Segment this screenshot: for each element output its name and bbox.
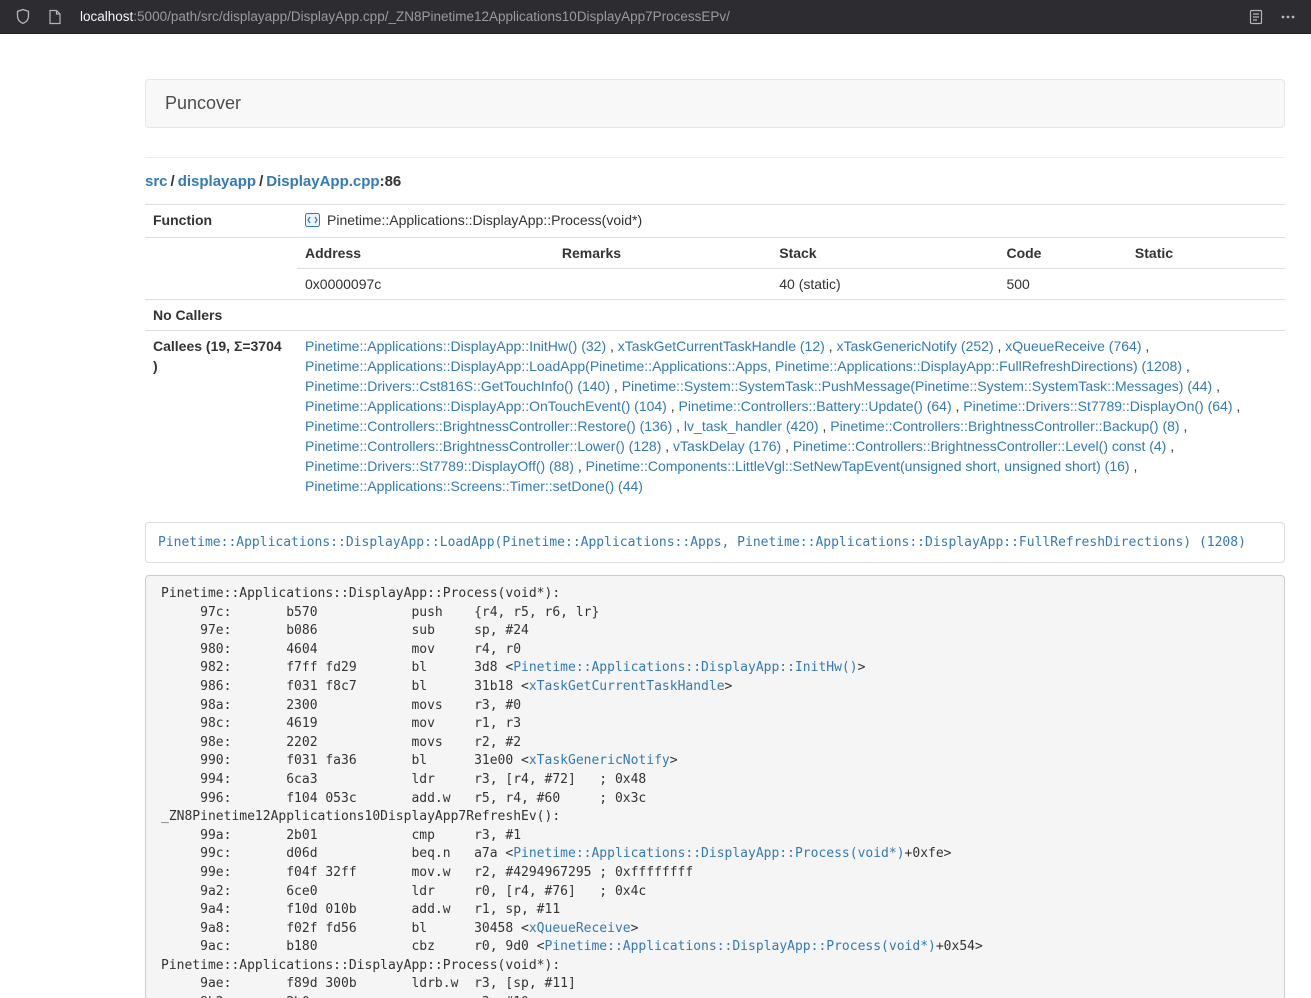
col-header-remarks: Remarks [554, 238, 771, 269]
breadcrumb-separator: / [171, 173, 175, 190]
function-icon [305, 212, 320, 232]
symbol-table: Function Pinetime::Applications::Display… [145, 204, 1285, 501]
callee-link[interactable]: Pinetime::Controllers::BrightnessControl… [305, 418, 672, 434]
static-value [1127, 269, 1285, 300]
selected-callee-panel: Pinetime::Applications::DisplayApp::Load… [145, 522, 1285, 563]
callee-link[interactable]: Pinetime::Drivers::Cst816S::GetTouchInfo… [305, 378, 610, 394]
no-callers-row: No Callers [145, 300, 1285, 331]
callee-link[interactable]: Pinetime::System::SystemTask::PushMessag… [622, 378, 1213, 394]
callee-link[interactable]: vTaskDelay (176) [673, 438, 781, 454]
stack-value: 40 (static) [771, 269, 998, 300]
col-header-code: Code [998, 238, 1126, 269]
divider [145, 157, 1285, 158]
callee-link[interactable]: xTaskGetCurrentTaskHandle (12) [618, 338, 825, 354]
callee-link[interactable]: Pinetime::Applications::DisplayApp::OnTo… [305, 398, 667, 414]
page-info-icon[interactable] [44, 6, 66, 28]
callee-link[interactable]: Pinetime::Controllers::BrightnessControl… [793, 438, 1166, 454]
url-path: :5000/path/src/displayapp/DisplayApp.cpp… [133, 9, 730, 24]
no-callers-label: No Callers [145, 300, 297, 331]
breadcrumb-src[interactable]: src [145, 173, 168, 190]
remarks-value [554, 269, 771, 300]
col-header-static: Static [1127, 238, 1285, 269]
callee-link[interactable]: Pinetime::Drivers::St7789::DisplayOff() … [305, 458, 574, 474]
code-symbol-link[interactable]: xTaskGetCurrentTaskHandle [529, 679, 725, 694]
app-header: Puncover [145, 79, 1285, 128]
url-domain: localhost [80, 9, 133, 24]
function-name: Pinetime::Applications::DisplayApp::Proc… [327, 212, 642, 228]
breadcrumb-line-number: :86 [380, 173, 402, 190]
selected-callee-link[interactable]: Pinetime::Applications::DisplayApp::Load… [158, 535, 1246, 550]
callee-link[interactable]: lv_task_handler (420) [684, 418, 819, 434]
breadcrumb-displayapp[interactable]: displayapp [178, 173, 256, 190]
callee-link[interactable]: Pinetime::Applications::DisplayApp::Init… [305, 338, 606, 354]
breadcrumb-separator: / [259, 173, 263, 190]
callee-link[interactable]: Pinetime::Drivers::St7789::DisplayOn() (… [963, 398, 1232, 414]
reader-view-icon[interactable] [1245, 6, 1267, 28]
metrics-values-row: 0x0000097c 40 (static) 500 [297, 269, 1285, 300]
callee-link[interactable]: Pinetime::Applications::DisplayApp::Load… [305, 358, 1182, 374]
metrics-table: Address Remarks Stack Code Static 0x0000… [297, 238, 1285, 299]
page-container: Puncover src/displayapp/DisplayApp.cpp:8… [145, 79, 1285, 998]
app-brand[interactable]: Puncover [165, 93, 241, 114]
callees-list: Pinetime::Applications::DisplayApp::Init… [297, 331, 1285, 502]
code-symbol-link[interactable]: Pinetime::Applications::DisplayApp::Proc… [545, 939, 936, 954]
callee-link[interactable]: Pinetime::Controllers::BrightnessControl… [305, 438, 661, 454]
callee-link[interactable]: Pinetime::Applications::Screens::Timer::… [305, 478, 643, 494]
menu-icon[interactable] [1277, 6, 1299, 28]
callees-row: Callees (19, Σ=3704 ) Pinetime::Applicat… [145, 331, 1285, 502]
address-value: 0x0000097c [297, 269, 554, 300]
breadcrumb-file[interactable]: DisplayApp.cpp [266, 173, 379, 190]
callee-link[interactable]: xTaskGenericNotify (252) [836, 338, 993, 354]
callee-link[interactable]: xQueueReceive (764) [1005, 338, 1141, 354]
col-header-stack: Stack [771, 238, 998, 269]
callee-link[interactable]: Pinetime::Components::LittleVgl::SetNewT… [586, 458, 1130, 474]
callee-link[interactable]: Pinetime::Controllers::Battery::Update()… [679, 398, 952, 414]
code-symbol-link[interactable]: xQueueReceive [529, 921, 631, 936]
function-label: Function [145, 205, 297, 238]
col-header-address: Address [297, 238, 554, 269]
metrics-row: Address Remarks Stack Code Static 0x0000… [145, 238, 1285, 300]
code-symbol-link[interactable]: Pinetime::Applications::DisplayApp::Proc… [513, 846, 904, 861]
code-size-value: 500 [998, 269, 1126, 300]
code-symbol-link[interactable]: Pinetime::Applications::DisplayApp::Init… [513, 660, 857, 675]
callee-link[interactable]: Pinetime::Controllers::BrightnessControl… [830, 418, 1179, 434]
breadcrumb: src/displayapp/DisplayApp.cpp:86 [145, 173, 1285, 190]
shield-icon[interactable] [12, 6, 34, 28]
code-symbol-link[interactable]: xTaskGenericNotify [529, 753, 670, 768]
url-bar[interactable]: localhost:5000/path/src/displayapp/Displ… [80, 9, 1235, 24]
browser-toolbar: localhost:5000/path/src/displayapp/Displ… [0, 0, 1311, 34]
disassembly-block: Pinetime::Applications::DisplayApp::Proc… [145, 575, 1285, 998]
function-row: Function Pinetime::Applications::Display… [145, 205, 1285, 238]
callees-label: Callees (19, Σ=3704 ) [145, 331, 297, 502]
